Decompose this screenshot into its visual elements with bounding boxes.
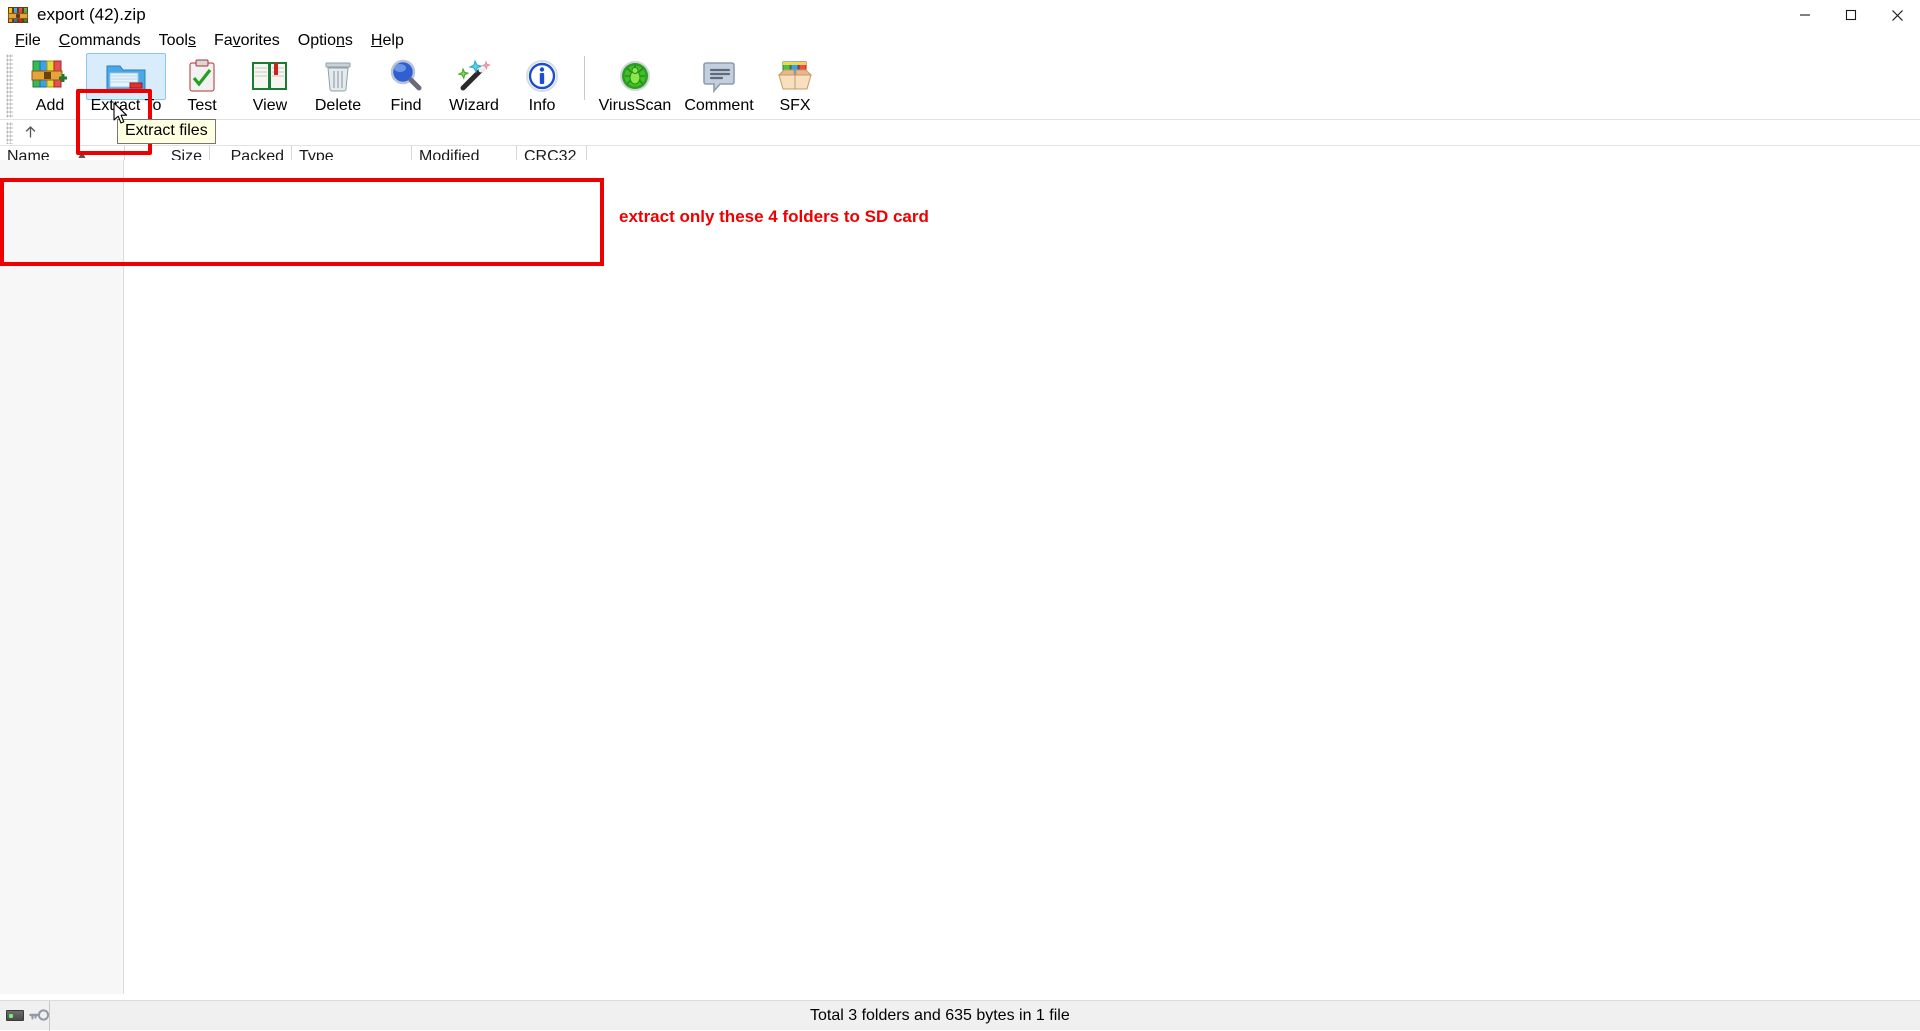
- toolbar-label-comment: Comment: [684, 97, 754, 114]
- comment-bubble-icon: [701, 56, 737, 96]
- address-bar: [0, 120, 1920, 146]
- menu-help-rest: elp: [382, 31, 404, 49]
- status-text: Total 3 folders and 635 bytes in 1 file: [810, 1006, 1070, 1024]
- menu-fav-b: orites: [240, 31, 280, 49]
- menu-commands-rest: ommands: [70, 31, 141, 49]
- up-arrow-icon[interactable]: [19, 124, 42, 142]
- toolbar-label-sfx: SFX: [779, 97, 811, 114]
- toolbar-grip[interactable]: [6, 54, 13, 118]
- toolbar-label-delete: Delete: [314, 97, 362, 114]
- maximize-button[interactable]: [1828, 0, 1874, 30]
- menu-file[interactable]: File: [6, 31, 50, 52]
- toolbar-button-info[interactable]: Info: [508, 52, 576, 118]
- content-area: [0, 160, 1920, 994]
- menu-tools-a: Tool: [158, 31, 188, 49]
- sfx-box-icon: [776, 56, 814, 96]
- menu-favorites[interactable]: Favorites: [205, 31, 289, 52]
- toolbar-label-view: View: [252, 97, 288, 114]
- menu-help[interactable]: Help: [362, 31, 413, 52]
- wizard-wand-icon: [455, 56, 493, 96]
- menu-tools[interactable]: Tools: [150, 31, 205, 52]
- minimize-button[interactable]: [1782, 0, 1828, 30]
- menu-opt-b: s: [344, 31, 353, 49]
- extract-folder-icon: [105, 56, 147, 96]
- toolbar-label-add: Add: [35, 97, 65, 114]
- toolbar-label-test: Test: [187, 97, 217, 114]
- annotation-text: extract only these 4 folders to SD card: [619, 207, 929, 226]
- add-archive-icon: [31, 56, 69, 96]
- extract-files-tooltip: Extract files: [117, 119, 216, 144]
- sort-ascending-icon: ▲: [76, 147, 88, 161]
- menu-options[interactable]: Options: [289, 31, 362, 52]
- mouse-cursor-icon: [113, 102, 130, 131]
- menu-fav-a: Fa: [213, 31, 233, 49]
- toolbar-button-sfx[interactable]: SFX: [761, 52, 829, 118]
- toolbar-label-find: Find: [390, 97, 422, 114]
- status-icons: [0, 1000, 50, 1031]
- title-bar: export (42).zip: [0, 0, 1920, 30]
- toolbar-button-virusscan[interactable]: VirusScan: [593, 52, 677, 118]
- name-column-background: [0, 160, 124, 994]
- toolbar-label-info: Info: [528, 97, 556, 114]
- toolbar: Add Extract To Test View Delete Find Wiz…: [0, 52, 1920, 155]
- status-bar: Total 3 folders and 635 bytes in 1 file: [0, 1000, 1920, 1031]
- winrar-books-icon: [8, 5, 28, 25]
- toolbar-button-test[interactable]: Test: [168, 52, 236, 118]
- toolbar-label-virusscan: VirusScan: [598, 97, 672, 114]
- find-magnifier-icon: [388, 56, 424, 96]
- window-controls: [1782, 0, 1920, 30]
- address-bar-grip[interactable]: [6, 121, 13, 144]
- drive-icon: [6, 1010, 24, 1021]
- view-book-icon: [251, 56, 289, 96]
- toolbar-label-wizard: Wizard: [449, 97, 499, 114]
- key-icon: [29, 1008, 50, 1023]
- toolbar-separator: [584, 56, 585, 100]
- list-background: [124, 160, 1920, 994]
- menu-opt-a: Optio: [297, 31, 337, 49]
- delete-trash-icon: [322, 56, 354, 96]
- virusscan-bug-icon: [617, 56, 653, 96]
- close-button[interactable]: [1874, 0, 1920, 30]
- info-circle-icon: [524, 56, 560, 96]
- menu-commands[interactable]: Commands: [50, 31, 150, 52]
- toolbar-button-wizard[interactable]: Wizard: [440, 52, 508, 118]
- toolbar-button-delete[interactable]: Delete: [304, 52, 372, 118]
- toolbar-button-add[interactable]: Add: [16, 52, 84, 118]
- test-clipboard-check-icon: [184, 56, 220, 96]
- window-title: export (42).zip: [37, 5, 146, 24]
- menu-bar: File Commands Tools Favorites Options He…: [0, 30, 1920, 52]
- toolbar-button-find[interactable]: Find: [372, 52, 440, 118]
- menu-file-rest: ile: [24, 31, 41, 49]
- toolbar-button-comment[interactable]: Comment: [677, 52, 761, 118]
- toolbar-button-view[interactable]: View: [236, 52, 304, 118]
